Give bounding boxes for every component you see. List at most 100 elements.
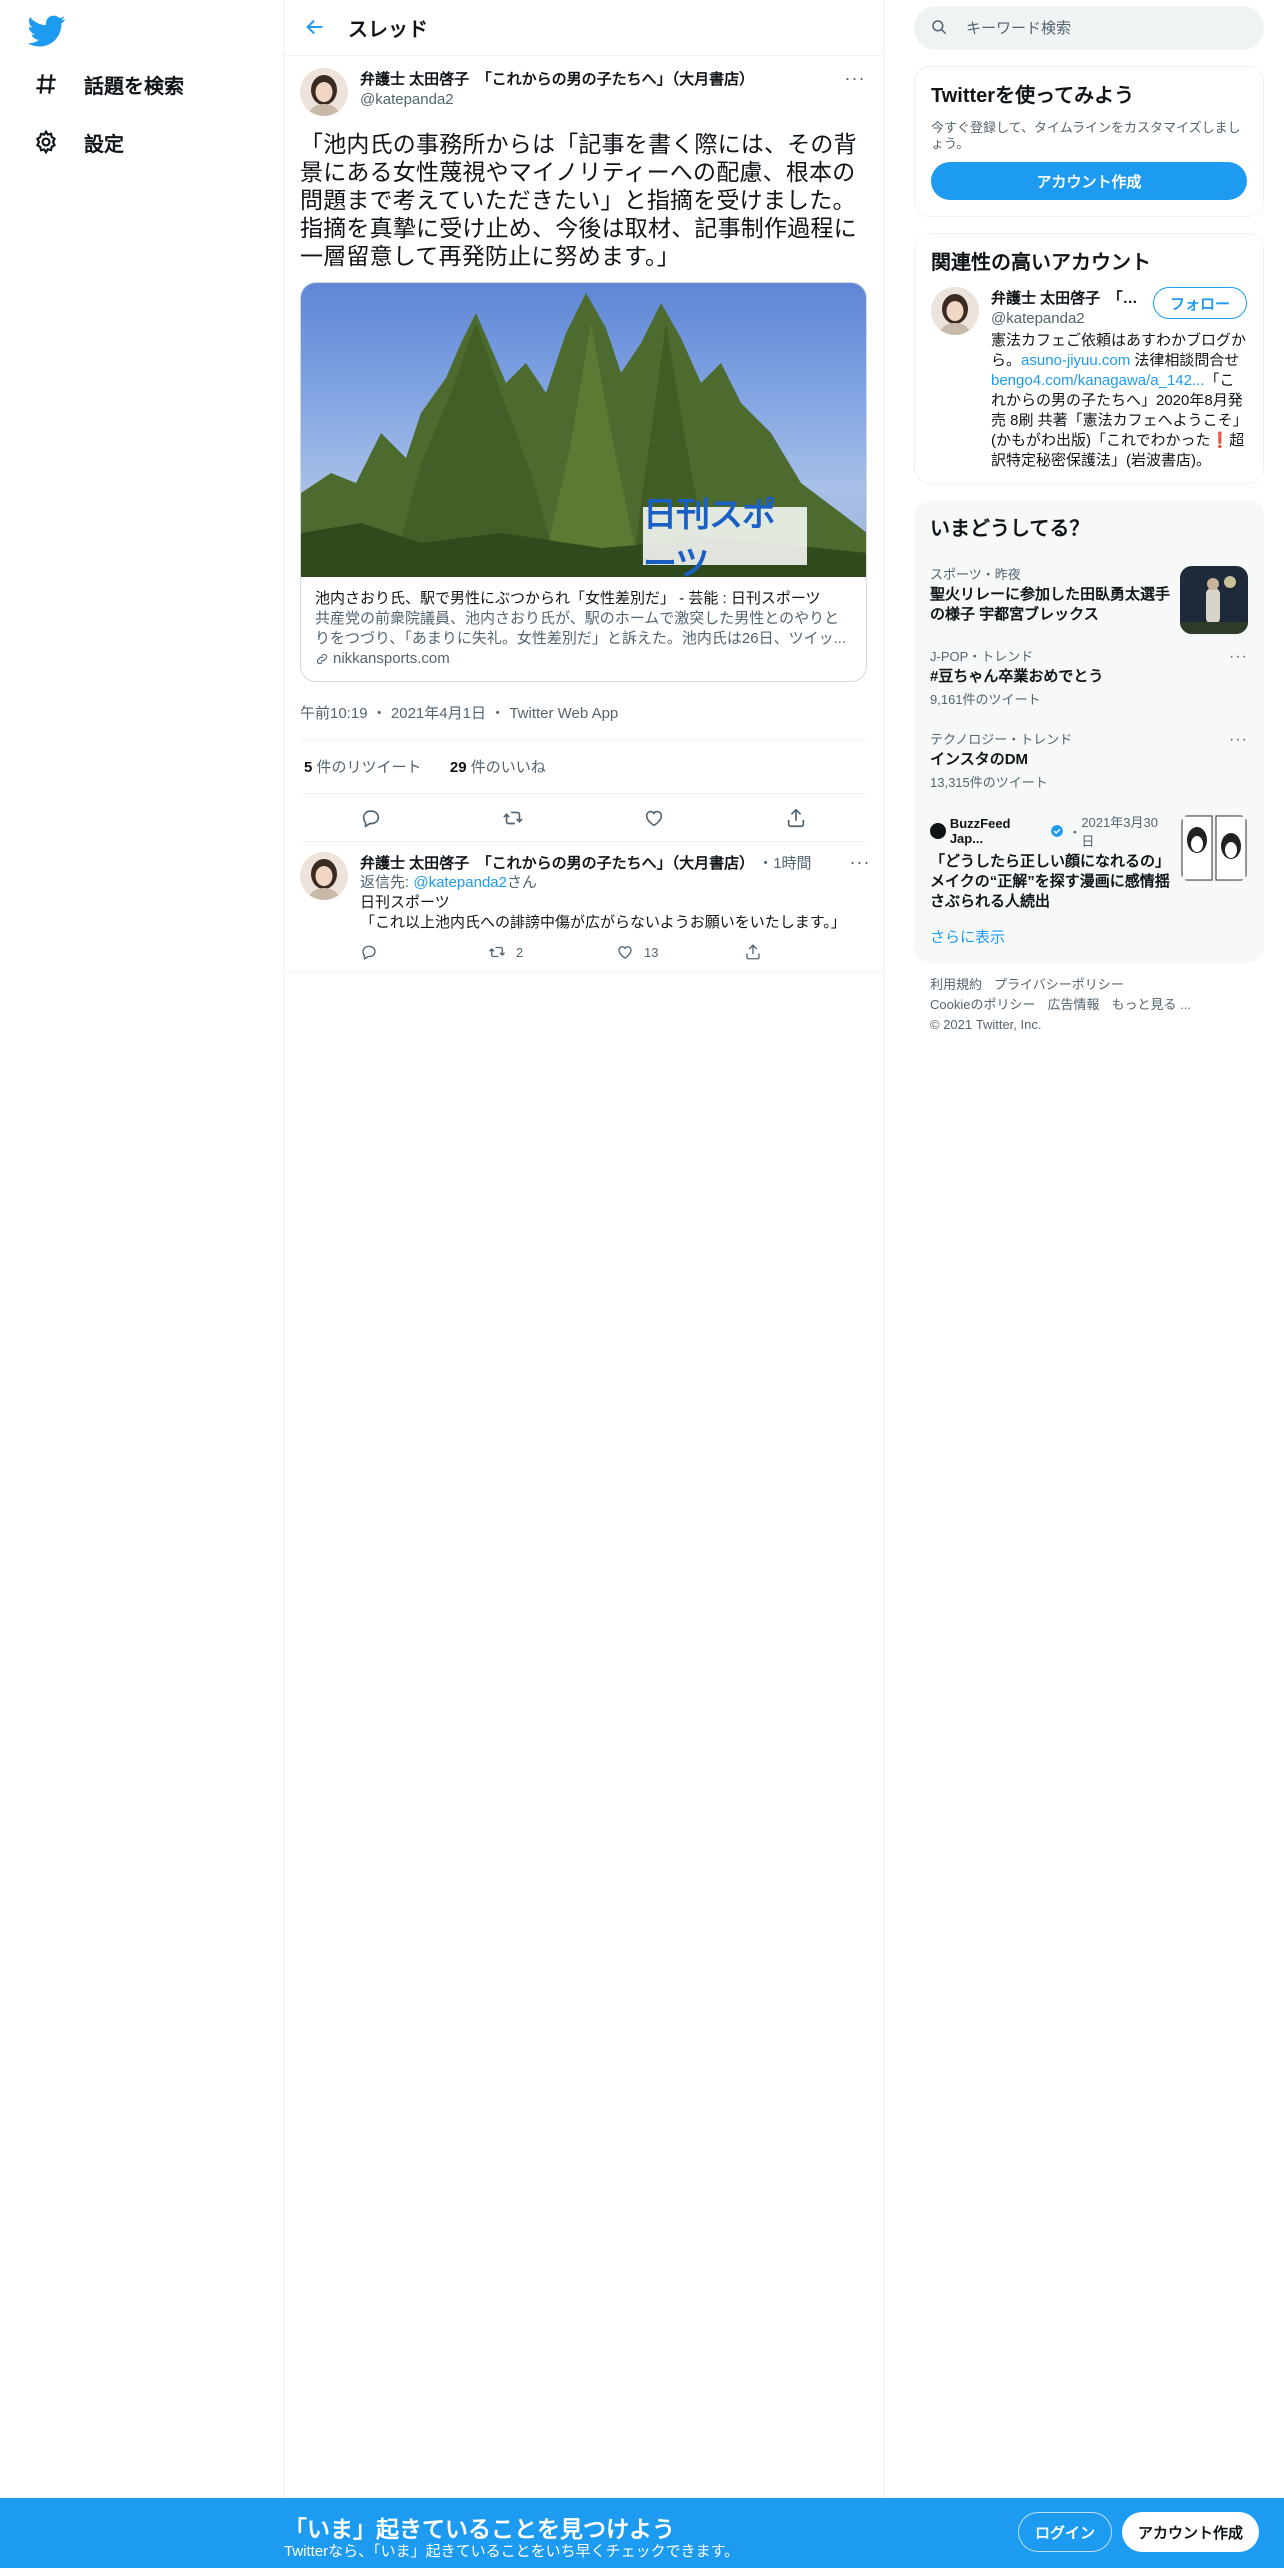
- like-icon[interactable]: [643, 807, 665, 829]
- share-icon: [746, 944, 760, 960]
- signup-box: Twitterを使ってみよう 今すぐ登録して、タイムラインをカスタマイズしましょ…: [914, 66, 1264, 217]
- nav-explore[interactable]: 話題を検索: [32, 62, 184, 106]
- trend-thumbnail: [1180, 566, 1248, 634]
- reply-retweet-count: 2: [516, 944, 524, 960]
- footer-links: 利用規約 プライバシーポリシー Cookieのポリシー 広告情報 もっと見る ... …: [914, 963, 1264, 1047]
- related-name[interactable]: 弁護士 太田啓子 「これからの男の子たちへ」（大月書店）: [991, 287, 1141, 308]
- reply-to-handle[interactable]: @katepanda2: [413, 874, 507, 891]
- related-handle[interactable]: @katepanda2: [991, 310, 1141, 327]
- page-title: スレッド: [348, 19, 428, 41]
- tweet-actions: [300, 794, 867, 842]
- bio-link-1[interactable]: asuno-jiyuu.com: [1021, 352, 1130, 369]
- tweet-text: 「池内氏の事務所からは「記事を書く際には、その背景にある女性蔑視やマイノリティー…: [300, 131, 857, 269]
- reply-author-name[interactable]: 弁護士 太田啓子 「これからの男の子たちへ」（大月書店）: [360, 852, 754, 873]
- tweet-time[interactable]: 午前10:19: [300, 705, 368, 722]
- left-nav: 話題を検索 設定: [0, 0, 284, 2568]
- reply-tweet[interactable]: 弁護士 太田啓子 「これからの男の子たちへ」（大月書店） ・1時間 ··· 返信…: [284, 842, 883, 972]
- trends-title: いまどうしてる？: [930, 518, 1090, 540]
- search-input[interactable]: [966, 19, 1216, 37]
- reply-time[interactable]: 1時間: [773, 855, 811, 872]
- link-icon: [315, 652, 329, 666]
- avatar[interactable]: [931, 287, 979, 335]
- footer-link-terms[interactable]: 利用規約: [930, 977, 982, 992]
- avatar[interactable]: [300, 852, 348, 900]
- share-icon[interactable]: [785, 807, 807, 829]
- more-options-icon[interactable]: ···: [843, 68, 867, 88]
- reply-like-count: 13: [644, 944, 659, 960]
- right-sidebar: Twitterを使ってみよう 今すぐ登録して、タイムラインをカスタマイズしましょ…: [914, 0, 1264, 1047]
- retweet-icon: [489, 946, 505, 958]
- card-image: 日刊スポーツ: [301, 283, 866, 577]
- trend-thumbnail: [1180, 814, 1248, 882]
- more-options-icon[interactable]: ···: [1229, 731, 1248, 749]
- reply-button[interactable]: [360, 943, 488, 961]
- gear-icon: [32, 128, 60, 156]
- nav-settings-label: 設定: [84, 133, 124, 156]
- link-card[interactable]: 日刊スポーツ 池内さおり氏、駅で男性にぶつかられ「女性差別だ」 - 芸能 : 日…: [300, 282, 867, 682]
- main-column: スレッド 弁護士 太田啓子 「これからの男の子たちへ」（大月書店） @katep…: [284, 0, 884, 2500]
- bio-link-2[interactable]: bengo4.com/kanagawa/a_142...: [991, 372, 1205, 389]
- create-account-button[interactable]: アカウント作成: [931, 162, 1247, 200]
- like-icon: [618, 946, 632, 959]
- footer-link-more[interactable]: もっと見る ...: [1111, 997, 1190, 1012]
- reply-text-line2: 「これ以上池内氏への誹謗中傷が広がらないようお願いをいたします。」: [360, 914, 846, 931]
- retweet-icon[interactable]: [502, 807, 524, 829]
- login-button[interactable]: ログイン: [1018, 2512, 1113, 2552]
- main-tweet: 弁護士 太田啓子 「これからの男の子たちへ」（大月書店） @katepanda2…: [284, 56, 883, 842]
- tweet-meta: 午前10:19 ・ 2021年4月1日 ・ Twitter Web App: [300, 686, 867, 740]
- card-title: 池内さおり氏、駅で男性にぶつかられ「女性差別だ」 - 芸能 : 日刊スポーツ: [315, 590, 821, 607]
- trend-item[interactable]: J-POP・トレンド #豆ちゃん卒業おめでとう 9,161件のツイート ···: [914, 635, 1264, 718]
- copyright: © 2021 Twitter, Inc.: [930, 1017, 1042, 1032]
- card-image-logo: 日刊スポーツ: [643, 496, 807, 577]
- signup-title: Twitterを使ってみよう: [931, 85, 1135, 107]
- verified-badge-icon: [1050, 824, 1064, 838]
- bottom-signup-bar: 「いま」起きていることを見つけよう Twitterなら、「いま」起きていることを…: [0, 2498, 1284, 2568]
- reply-icon[interactable]: [360, 807, 382, 829]
- avatar[interactable]: [300, 68, 348, 116]
- signup-button[interactable]: アカウント作成: [1122, 2512, 1260, 2552]
- hashtag-icon: [32, 70, 60, 98]
- retweet-button[interactable]: 2: [488, 943, 616, 961]
- author-name[interactable]: 弁護士 太田啓子 「これからの男の子たちへ」（大月書店）: [360, 68, 843, 89]
- trends-box: いまどうしてる？ スポーツ・昨夜 聖火リレーに参加した田臥勇太選手の様子 宇都宮…: [914, 500, 1264, 963]
- thread-header: スレッド: [284, 0, 883, 56]
- trend-item[interactable]: テクノロジー・トレンド インスタのDM 13,315件のツイート ···: [914, 718, 1264, 801]
- like-button[interactable]: 13: [616, 943, 744, 961]
- search-box[interactable]: [914, 6, 1264, 50]
- author-handle[interactable]: @katepanda2: [360, 91, 843, 108]
- search-icon: [930, 18, 950, 38]
- trend-item[interactable]: BuzzFeed Jap... ・ 2021年3月30日 「どうしたら正しい顔にな…: [914, 801, 1264, 910]
- tweet-date[interactable]: 2021年4月1日: [391, 705, 486, 722]
- share-button[interactable]: [744, 943, 872, 961]
- related-account[interactable]: 弁護士 太田啓子 「これからの男の子たちへ」（大月書店） @katepanda2…: [915, 287, 1263, 483]
- tweet-source: Twitter Web App: [509, 705, 619, 722]
- reply-text-line1: 日刊スポーツ: [360, 894, 450, 911]
- bottombar-title: 「いま」起きていることを見つけよう: [284, 2516, 675, 2542]
- card-domain: nikkansports.com: [333, 650, 450, 667]
- follow-button[interactable]: フォロー: [1152, 287, 1247, 319]
- likes-stat[interactable]: 29 件のいいね: [450, 759, 546, 776]
- reply-to-line: 返信先: @katepanda2さん: [360, 874, 537, 891]
- card-image-logo-text: 日刊スポーツ: [643, 496, 776, 577]
- exclamation-icon: ❗: [1210, 432, 1230, 449]
- related-bio: 憲法カフェご依頼はあすわかブログから。asuno-jiyuu.com 法律相談問…: [991, 332, 1247, 469]
- trend-item[interactable]: スポーツ・昨夜 聖火リレーに参加した田臥勇太選手の様子 宇都宮ブレックス: [914, 553, 1264, 635]
- bottombar-subtitle: Twitterなら、「いま」起きていることをいち早くチェックできます。: [284, 2543, 740, 2560]
- more-options-icon[interactable]: ···: [848, 852, 872, 873]
- related-accounts-box: 関連性の高いアカウント 弁護士 太田啓子 「これからの男の子たちへ」（大月書店）…: [914, 233, 1264, 484]
- buzzfeed-avatar-icon: [930, 823, 946, 839]
- signup-description: 今すぐ登録して、タイムラインをカスタマイズしましょう。: [931, 120, 1241, 151]
- show-more-link[interactable]: さらに表示: [914, 909, 1264, 963]
- footer-link-cookies[interactable]: Cookieのポリシー: [930, 997, 1035, 1012]
- footer-link-ads[interactable]: 広告情報: [1047, 997, 1099, 1012]
- retweets-stat[interactable]: 5 件のリツイート: [304, 759, 422, 776]
- back-arrow-icon[interactable]: [304, 16, 328, 40]
- tweet-stats: 5 件のリツイート 29 件のいいね: [300, 740, 867, 794]
- nav-settings[interactable]: 設定: [32, 120, 124, 164]
- related-title: 関連性の高いアカウント: [931, 252, 1151, 274]
- footer-link-privacy[interactable]: プライバシーポリシー: [994, 977, 1124, 992]
- reply-icon: [362, 945, 376, 960]
- twitter-logo-icon[interactable]: [27, 12, 66, 50]
- card-description: 共産党の前衆院議員、池内さおり氏が、駅のホームで激突した男性とのやりとりをつづり…: [315, 610, 847, 647]
- more-options-icon[interactable]: ···: [1229, 648, 1248, 666]
